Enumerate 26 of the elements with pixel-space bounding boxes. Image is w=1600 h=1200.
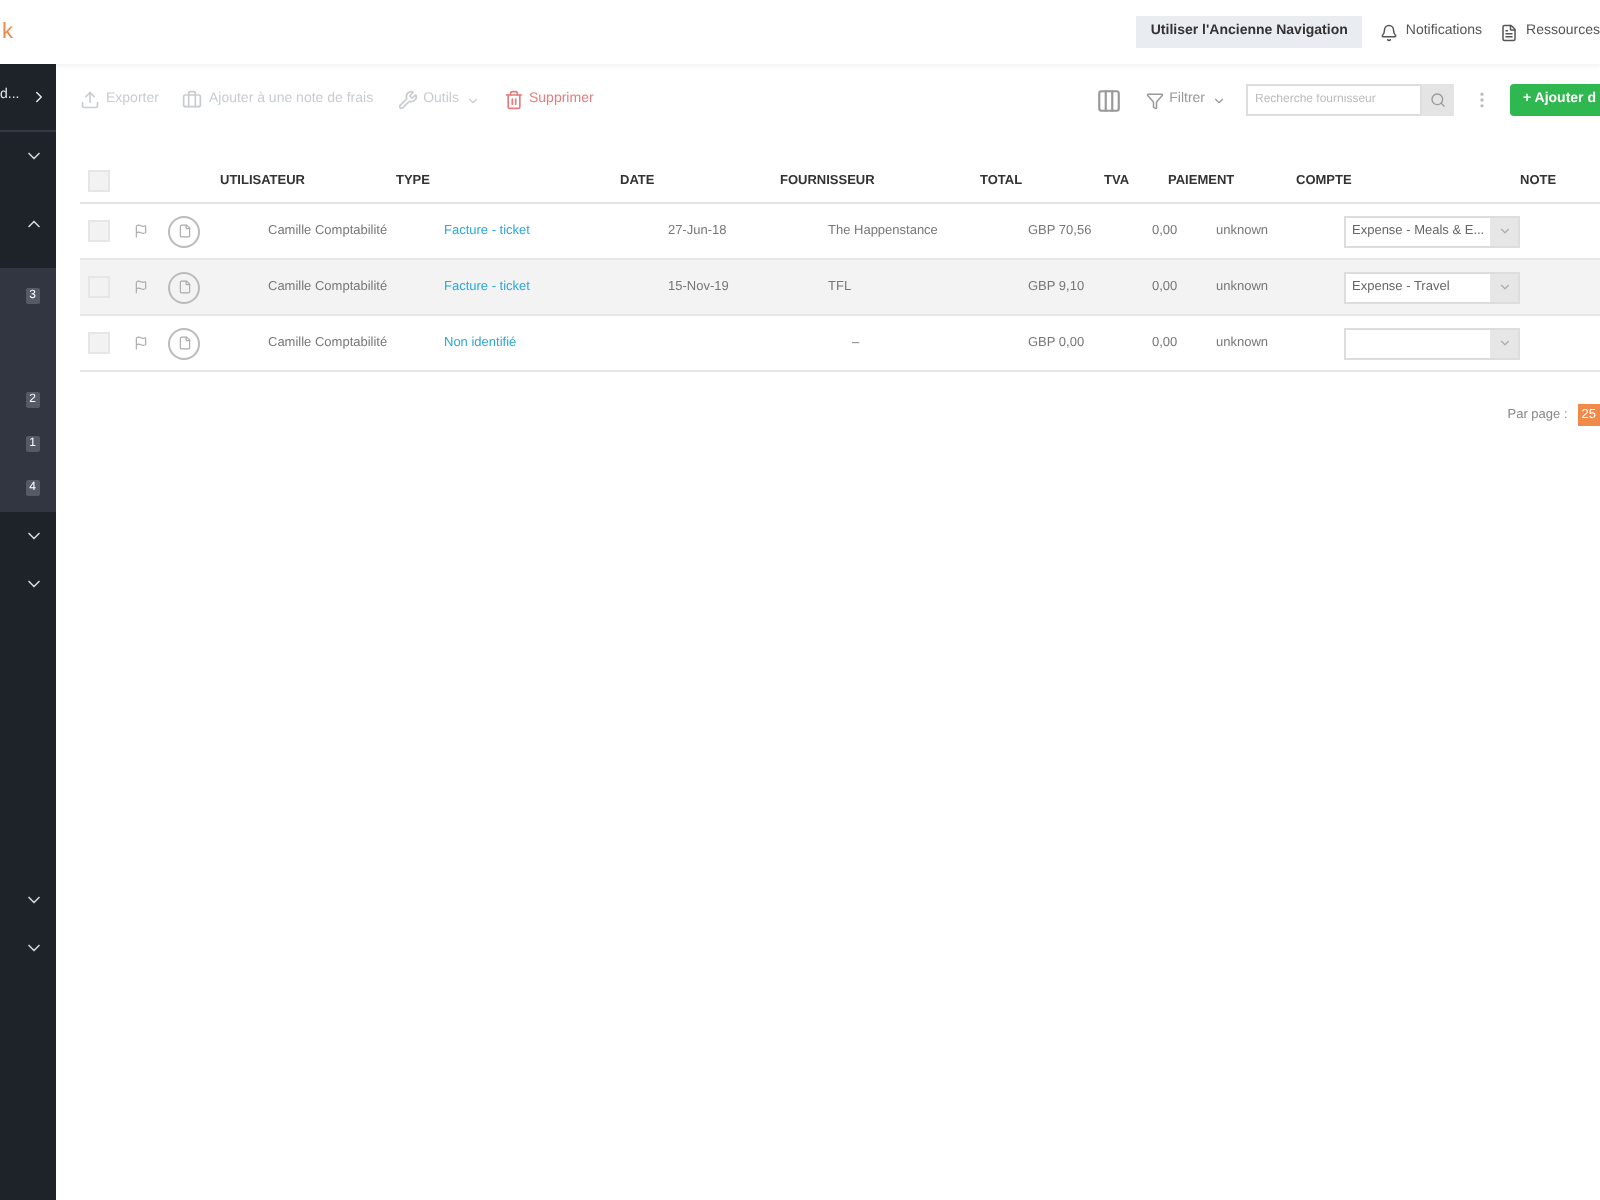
tools-icon [397, 90, 418, 110]
filter-icon [1145, 91, 1164, 109]
chevron-down-icon [1211, 93, 1225, 107]
receipt-icon[interactable] [168, 327, 200, 359]
checkbox[interactable] [88, 170, 110, 192]
chevron-down-icon [1497, 280, 1511, 294]
account-select[interactable] [1344, 327, 1520, 359]
upload-icon [80, 90, 100, 110]
chevron-down-icon [1497, 224, 1512, 238]
receipt-icon[interactable] [168, 215, 200, 247]
search-icon [1429, 92, 1445, 108]
chevron-right-icon [30, 88, 48, 106]
chevron-down-icon [465, 93, 479, 107]
checkbox[interactable] [88, 332, 110, 354]
document-icon [1500, 23, 1519, 41]
search-button[interactable] [1421, 84, 1453, 116]
flag-icon[interactable] [134, 224, 148, 238]
briefcase-icon [182, 90, 203, 110]
receipt-icon[interactable] [168, 271, 200, 303]
flag-icon[interactable] [134, 280, 148, 294]
trash-icon [503, 90, 523, 110]
flag-icon[interactable] [134, 336, 148, 350]
checkbox[interactable] [88, 220, 110, 242]
bell-icon [1379, 23, 1398, 41]
chevron-down-icon [1497, 336, 1511, 350]
columns-icon[interactable] [1095, 87, 1122, 113]
